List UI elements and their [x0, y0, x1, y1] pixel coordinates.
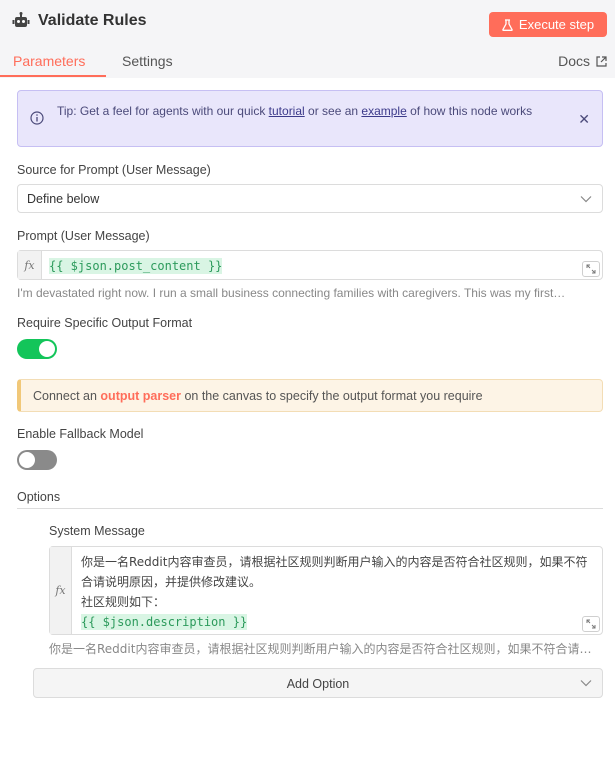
add-option-label: Add Option: [286, 677, 350, 691]
fallback-toggle[interactable]: [17, 450, 57, 470]
fx-icon: fx: [50, 547, 72, 634]
source-select[interactable]: Define below: [17, 184, 603, 213]
prompt-label: Prompt (User Message): [17, 229, 150, 243]
chevron-down-icon: [580, 680, 592, 687]
prompt-expression: {{ $json.post_content }}: [49, 258, 223, 274]
system-message-line2: 社区规则如下：: [81, 595, 166, 609]
tip-text: Tip: Get a feel for agents with our quic…: [57, 103, 557, 119]
info-icon: [30, 111, 44, 125]
notice-text: Connect an output parser on the canvas t…: [33, 389, 483, 403]
add-option-button[interactable]: Add Option: [33, 668, 603, 698]
external-link-icon: [596, 55, 607, 67]
toggle-knob: [19, 452, 35, 468]
execute-step-label: Execute step: [518, 17, 595, 32]
robot-icon: [12, 12, 30, 27]
expand-editor-icon[interactable]: [582, 616, 600, 632]
source-value: Define below: [27, 192, 100, 206]
docs-link[interactable]: Docs: [558, 53, 607, 69]
output-format-toggle[interactable]: [17, 339, 57, 359]
tab-settings[interactable]: Settings: [122, 53, 173, 69]
source-label: Source for Prompt (User Message): [17, 163, 211, 177]
output-parser-notice: Connect an output parser on the canvas t…: [17, 379, 603, 412]
active-tab-indicator: [0, 75, 106, 77]
fx-icon: fx: [18, 251, 42, 279]
system-message-line1: 你是一名Reddit内容审查员，请根据社区规则判断用户输入的内容是否符合社区规则…: [81, 555, 588, 589]
system-message-preview: 你是一名Reddit内容审查员，请根据社区规则判断用户输入的内容是否符合社区规则…: [49, 642, 603, 656]
tutorial-link[interactable]: tutorial: [269, 104, 305, 118]
tip-banner: Tip: Get a feel for agents with our quic…: [17, 90, 603, 147]
notice-suffix: on the canvas to specify the output form…: [180, 389, 483, 403]
prompt-preview: I'm devastated right now. I run a small …: [17, 286, 566, 300]
expand-editor-icon[interactable]: [582, 261, 600, 277]
options-label: Options: [17, 490, 61, 504]
options-divider: [17, 508, 603, 509]
node-title: Validate Rules: [38, 12, 147, 29]
docs-label: Docs: [558, 53, 590, 69]
tip-suffix: of how this node works: [406, 104, 533, 118]
tip-prefix: Tip: Get a feel for agents with our quic…: [57, 104, 269, 118]
system-message-input[interactable]: fx 你是一名Reddit内容审查员，请根据社区规则判断用户输入的内容是否符合社…: [49, 546, 603, 635]
toggle-knob: [39, 341, 55, 357]
system-message-expression: {{ $json.description }}: [81, 614, 248, 630]
flask-icon: [502, 18, 513, 31]
close-icon[interactable]: ✕: [578, 111, 590, 128]
prompt-input[interactable]: fx {{ $json.post_content }}: [17, 250, 603, 280]
chevron-down-icon: [580, 196, 592, 203]
system-message-label: System Message: [49, 524, 145, 538]
example-link[interactable]: example: [361, 104, 406, 118]
title-row: Validate Rules: [12, 12, 147, 30]
output-parser-link[interactable]: output parser: [100, 389, 181, 403]
tab-parameters[interactable]: Parameters: [13, 53, 85, 69]
notice-prefix: Connect an: [33, 389, 101, 403]
execute-step-button[interactable]: Execute step: [489, 12, 607, 37]
output-format-label: Require Specific Output Format: [17, 316, 193, 330]
system-message-body: 你是一名Reddit内容审查员，请根据社区规则判断用户输入的内容是否符合社区规则…: [81, 552, 591, 632]
tip-middle: or see an: [304, 104, 362, 118]
fallback-label: Enable Fallback Model: [17, 427, 144, 441]
